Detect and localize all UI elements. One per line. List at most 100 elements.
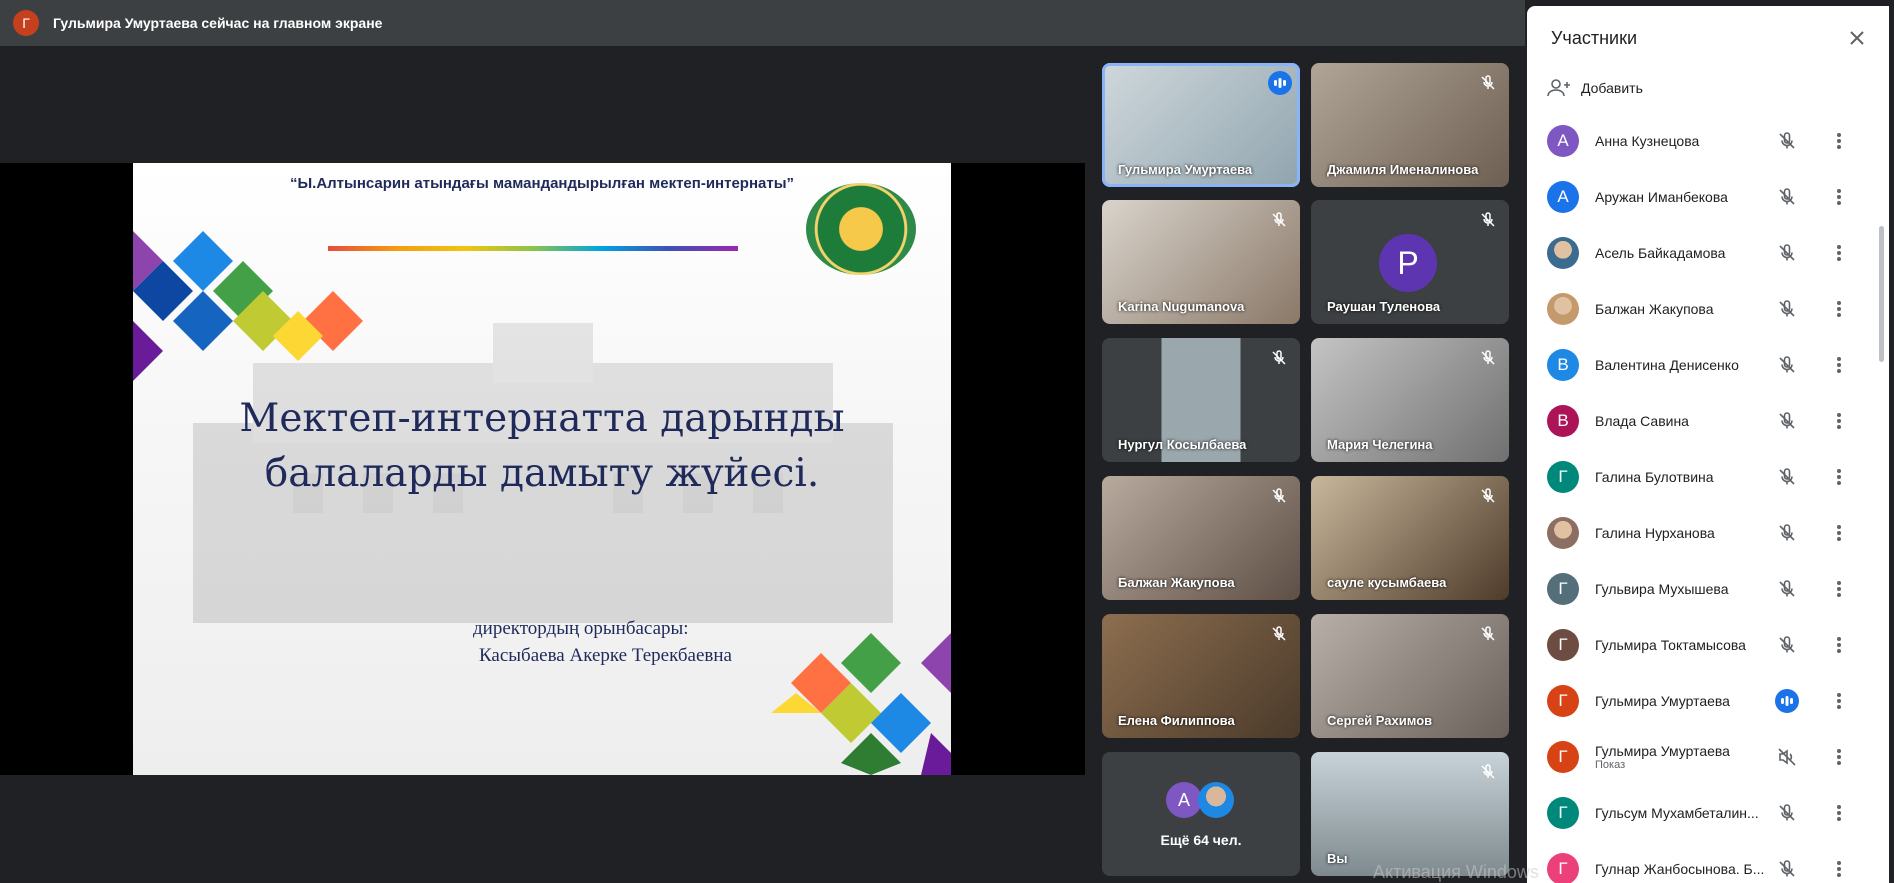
mic-off-icon (1268, 347, 1290, 369)
participant-name-text: Гульмира Умуртаева (1595, 743, 1730, 759)
more-options-icon[interactable] (1827, 353, 1851, 377)
more-options-icon[interactable] (1827, 521, 1851, 545)
mic-off-icon[interactable] (1775, 801, 1799, 825)
more-avatar: А (1166, 782, 1202, 818)
participant-row[interactable]: А Анна Кузнецова (1527, 113, 1889, 169)
participant-list-avatar: Г (1547, 741, 1579, 773)
participant-name: Вы (1327, 851, 1348, 866)
more-options-icon[interactable] (1827, 409, 1851, 433)
participant-row[interactable]: Г Галина Булотвина (1527, 449, 1889, 505)
right-diamond-decoration (771, 633, 951, 775)
mic-off-icon[interactable] (1775, 577, 1799, 601)
participant-row[interactable]: Галина Нурханова (1527, 505, 1889, 561)
more-options-icon[interactable] (1827, 633, 1851, 657)
participant-name: Сергей Рахимов (1327, 713, 1433, 728)
video-tile[interactable]: Нургул Косылбаева (1102, 338, 1300, 462)
more-participants-label: Ещё 64 чел. (1160, 832, 1242, 848)
slide-subtitle-line-2: Касыбаева Акерке Терекбаевна (479, 645, 732, 666)
more-options-icon[interactable] (1827, 689, 1851, 713)
volume-off-icon[interactable] (1775, 745, 1799, 769)
participant-row[interactable]: Асель Байкадамова (1527, 225, 1889, 281)
more-participants-tile[interactable]: А Ещё 64 чел. (1102, 752, 1300, 876)
participant-list-avatar: Г (1547, 629, 1579, 661)
participant-row[interactable]: Г Гульмира Умуртаева (1527, 673, 1889, 729)
participant-row[interactable]: Г Гульмира Умуртаева Показ (1527, 729, 1889, 785)
mic-off-icon[interactable] (1775, 297, 1799, 321)
participant-name-text: Гульмира Умуртаева (1595, 693, 1730, 709)
participant-row[interactable]: В Валентина Денисенко (1527, 337, 1889, 393)
video-tile[interactable]: Сергей Рахимов (1311, 614, 1509, 738)
speaking-indicator-icon (1268, 71, 1292, 95)
participant-list-name: Галина Булотвина (1595, 469, 1775, 485)
participant-sub-label: Показ (1595, 759, 1626, 771)
mic-off-icon[interactable] (1775, 241, 1799, 265)
participant-name-text: Гульсум Мухамбеталин... (1595, 805, 1759, 821)
mic-off-icon[interactable] (1775, 409, 1799, 433)
participant-row[interactable]: Г Гулнар Жанбосынова. Б... (1527, 841, 1889, 883)
more-options-icon[interactable] (1827, 465, 1851, 489)
more-options-icon[interactable] (1827, 241, 1851, 265)
add-label: Добавить (1581, 80, 1643, 96)
more-options-icon[interactable] (1827, 857, 1851, 881)
presenter-avatar: Г (13, 10, 39, 36)
video-tile[interactable]: Балжан Жакупова (1102, 476, 1300, 600)
presentation-banner: Г Гульмира Умуртаева сейчас на главном э… (0, 0, 1525, 46)
add-participant-button[interactable]: Добавить (1547, 78, 1643, 98)
participant-name: Джамиля Именалинова (1327, 162, 1479, 177)
mic-off-icon[interactable] (1775, 465, 1799, 489)
mic-off-icon (1477, 485, 1499, 507)
self-video-tile[interactable]: Вы (1311, 752, 1509, 876)
close-icon[interactable] (1845, 26, 1869, 50)
participant-name-text: Влада Савина (1595, 413, 1689, 429)
slide-subtitle: директордың орынбасары: Касыбаева Акерке… (473, 615, 803, 669)
participant-name: Нургул Косылбаева (1118, 437, 1247, 452)
mic-off-icon (1268, 485, 1290, 507)
participant-row[interactable]: В Влада Савина (1527, 393, 1889, 449)
participant-list-avatar (1547, 293, 1579, 325)
speaking-indicator-icon[interactable] (1775, 689, 1799, 713)
video-tile[interactable]: Елена Филиппова (1102, 614, 1300, 738)
participant-list-avatar: Г (1547, 853, 1579, 883)
more-options-icon[interactable] (1827, 801, 1851, 825)
mic-off-icon (1477, 209, 1499, 231)
participant-list-name: Гульмира Умуртаева Показ (1595, 743, 1775, 771)
participant-row[interactable]: Г Гульсум Мухамбеталин... (1527, 785, 1889, 841)
participant-row[interactable]: Г Гульвира Мухышева (1527, 561, 1889, 617)
participant-row[interactable]: А Аружан Иманбекова (1527, 169, 1889, 225)
more-options-icon[interactable] (1827, 745, 1851, 769)
more-options-icon[interactable] (1827, 577, 1851, 601)
participant-list-avatar: А (1547, 125, 1579, 157)
video-tile[interactable]: сауле кусымбаева (1311, 476, 1509, 600)
slide-subtitle-line-1: директордың орынбасары: (473, 618, 689, 639)
slide-title-line-2: балаларды дамыту жүйесі. (264, 451, 820, 496)
mic-off-icon[interactable] (1775, 633, 1799, 657)
more-options-icon[interactable] (1827, 185, 1851, 209)
participant-name-text: Аружан Иманбекова (1595, 189, 1728, 205)
participant-name-text: Гульмира Токтамысова (1595, 637, 1746, 653)
video-tile[interactable]: Мария Челегина (1311, 338, 1509, 462)
video-tile[interactable]: Джамиля Именалинова (1311, 63, 1509, 187)
more-options-icon[interactable] (1827, 297, 1851, 321)
participant-list-avatar: Г (1547, 685, 1579, 717)
scrollbar[interactable] (1879, 226, 1884, 362)
participant-row[interactable]: Г Гульмира Токтамысова (1527, 617, 1889, 673)
left-diamond-decoration (133, 231, 363, 381)
participant-list-name: Гулнар Жанбосынова. Б... (1595, 861, 1775, 877)
video-tile[interactable]: Гульмира Умуртаева (1102, 63, 1300, 187)
video-tile[interactable]: Р Раушан Туленова (1311, 200, 1509, 324)
participant-name: Балжан Жакупова (1118, 575, 1235, 590)
mic-off-icon[interactable] (1775, 129, 1799, 153)
more-options-icon[interactable] (1827, 129, 1851, 153)
more-avatar-photo (1198, 782, 1234, 818)
mic-off-icon[interactable] (1775, 857, 1799, 881)
mic-off-icon[interactable] (1775, 185, 1799, 209)
participant-row[interactable]: Балжан Жакупова (1527, 281, 1889, 337)
video-tile[interactable]: Karina Nugumanova (1102, 200, 1300, 324)
slide-header: “Ы.Алтынсарин атындағы мамандандырылған … (289, 175, 795, 192)
participant-avatar: Р (1379, 234, 1437, 292)
mic-off-icon[interactable] (1775, 353, 1799, 377)
participant-list-avatar: В (1547, 349, 1579, 381)
mic-off-icon[interactable] (1775, 521, 1799, 545)
participant-name-text: Гулнар Жанбосынова. Б... (1595, 861, 1765, 877)
add-person-icon (1547, 79, 1570, 97)
